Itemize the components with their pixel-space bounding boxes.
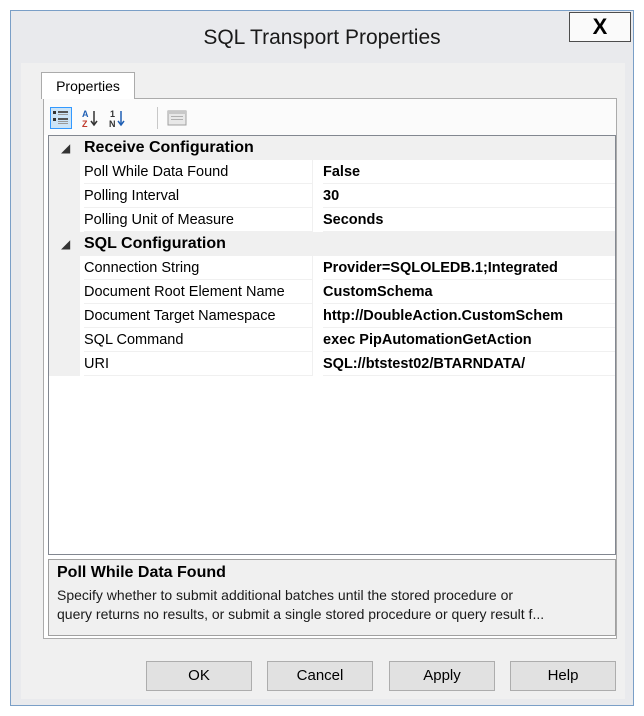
svg-text:Z: Z <box>82 119 88 129</box>
apply-button[interactable]: Apply <box>389 661 495 691</box>
property-row-uri[interactable]: URI SQL://btstest02/BTARNDATA/ <box>49 352 615 376</box>
property-name[interactable]: URI <box>84 352 313 376</box>
property-row-sql-command[interactable]: SQL Command exec PipAutomationGetAction <box>49 328 615 352</box>
svg-text:1: 1 <box>110 109 115 119</box>
toolbar-separator <box>157 107 158 129</box>
category-row-sql-configuration[interactable]: ◢ SQL Configuration <box>49 232 615 256</box>
ok-button[interactable]: OK <box>146 661 252 691</box>
tab-properties[interactable]: Properties <box>41 72 135 99</box>
sort-numeric-button[interactable]: 1 N <box>106 107 128 129</box>
description-line: query returns no results, or submit a si… <box>57 606 545 622</box>
property-pages-button[interactable] <box>166 107 188 129</box>
property-row-poll-while-data-found[interactable]: Poll While Data Found False <box>49 160 615 184</box>
close-icon: X <box>592 14 608 39</box>
category-row-receive-configuration[interactable]: ◢ Receive Configuration <box>49 136 615 160</box>
property-row-document-root-element-name[interactable]: Document Root Element Name CustomSchema <box>49 280 615 304</box>
property-grid: ◢ Receive Configuration Poll While Data … <box>48 135 616 555</box>
property-value[interactable]: CustomSchema <box>323 280 615 304</box>
close-button[interactable]: X <box>569 12 631 42</box>
property-grid-toolbar: A Z 1 N <box>44 99 616 135</box>
property-value[interactable]: http://DoubleAction.CustomSchem <box>323 304 615 328</box>
row-gutter <box>49 304 80 328</box>
property-value[interactable]: Seconds <box>323 208 615 232</box>
property-row-connection-string[interactable]: Connection String Provider=SQLOLEDB.1;In… <box>49 256 615 280</box>
description-title: Poll While Data Found <box>57 564 226 581</box>
property-name[interactable]: Polling Interval <box>84 184 313 208</box>
property-row-document-target-namespace[interactable]: Document Target Namespace http://DoubleA… <box>49 304 615 328</box>
property-value[interactable]: Provider=SQLOLEDB.1;Integrated <box>323 256 615 280</box>
collapse-icon[interactable]: ◢ <box>61 232 75 256</box>
title-bar[interactable]: SQL Transport Properties X <box>11 11 633 63</box>
sort-alphabetical-button[interactable]: A Z <box>79 107 101 129</box>
description-line: Specify whether to submit additional bat… <box>57 587 514 603</box>
cancel-button[interactable]: Cancel <box>267 661 373 691</box>
svg-text:N: N <box>109 119 116 129</box>
row-gutter <box>49 328 80 352</box>
property-name[interactable]: Poll While Data Found <box>84 160 313 184</box>
row-gutter <box>49 184 80 208</box>
row-gutter <box>49 208 80 232</box>
description-panel: Poll While Data Found Specify whether to… <box>48 559 616 636</box>
category-label: Receive Configuration <box>84 139 254 156</box>
property-row-polling-interval[interactable]: Polling Interval 30 <box>49 184 615 208</box>
categorized-view-button[interactable] <box>50 107 72 129</box>
property-value[interactable]: False <box>323 160 615 184</box>
svg-text:A: A <box>82 109 89 119</box>
property-name[interactable]: Connection String <box>84 256 313 280</box>
property-name[interactable]: SQL Command <box>84 328 313 352</box>
row-gutter <box>49 160 80 184</box>
category-label: SQL Configuration <box>84 235 226 252</box>
property-value[interactable]: 30 <box>323 184 615 208</box>
property-name[interactable]: Polling Unit of Measure <box>84 208 313 232</box>
property-row-polling-unit-of-measure[interactable]: Polling Unit of Measure Seconds <box>49 208 615 232</box>
property-name[interactable]: Document Root Element Name <box>84 280 313 304</box>
dialog-window: SQL Transport Properties X Properties A … <box>10 10 634 706</box>
row-gutter <box>49 352 80 376</box>
dialog-content: Properties A Z 1 N ◢ Receive Configurati… <box>21 63 625 699</box>
property-value[interactable]: exec PipAutomationGetAction <box>323 328 615 352</box>
row-gutter <box>49 280 80 304</box>
help-button[interactable]: Help <box>510 661 616 691</box>
window-title: SQL Transport Properties <box>203 26 441 49</box>
properties-tab-panel: A Z 1 N ◢ Receive Configuration Poll Whi… <box>43 98 617 639</box>
description-text: Specify whether to submit additional bat… <box>57 586 607 624</box>
row-gutter <box>49 256 80 280</box>
property-name[interactable]: Document Target Namespace <box>84 304 313 328</box>
collapse-icon[interactable]: ◢ <box>61 136 75 160</box>
property-value[interactable]: SQL://btstest02/BTARNDATA/ <box>323 352 615 376</box>
